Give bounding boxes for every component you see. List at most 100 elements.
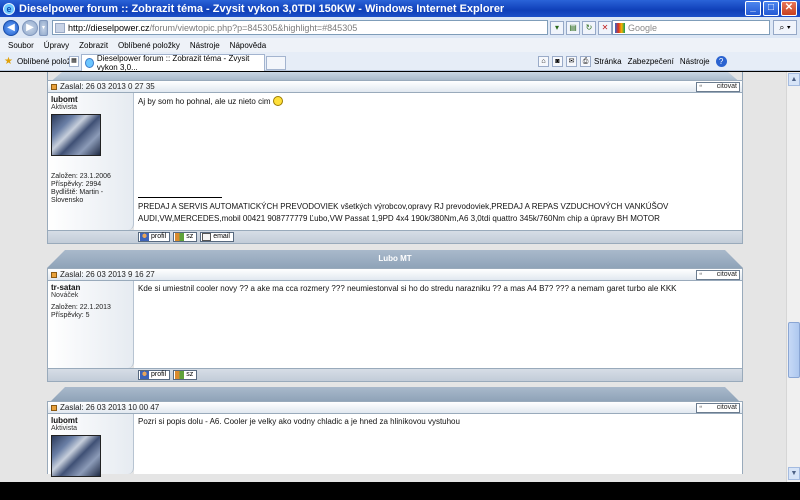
menu-favorites[interactable]: Oblíbené položky: [118, 41, 180, 50]
google-icon: [615, 22, 625, 33]
quote-button[interactable]: ❝ citovat: [696, 403, 740, 413]
window-titlebar: e Dieselpower forum :: Zobrazit téma - Z…: [0, 0, 800, 17]
post-header: Zaslal: 26 03 2013 9 16 27 ❝ citovat: [47, 268, 743, 281]
history-dropdown-icon[interactable]: ▾: [39, 19, 48, 36]
scrollbar-thumb[interactable]: [788, 322, 800, 378]
post-message: Pozri si popis dolu - A6. Cooler je velk…: [134, 414, 742, 474]
email-button[interactable]: email: [200, 232, 234, 242]
message-text: Pozri si popis dolu - A6. Cooler je velk…: [138, 417, 460, 426]
menu-bar: Soubor Úpravy Zobrazit Oblíbené položky …: [0, 38, 800, 52]
mail-icon[interactable]: ✉: [566, 56, 577, 67]
post-date: Zaslal: 26 03 2013 0 27 35: [60, 82, 155, 91]
menu-view[interactable]: Zobrazit: [79, 41, 108, 50]
quick-tabs-icon[interactable]: ▦: [69, 56, 79, 67]
avatar: [51, 114, 101, 156]
back-icon[interactable]: ◀: [3, 19, 19, 36]
compatibility-icon[interactable]: ▤: [566, 21, 580, 35]
ie-icon: e: [3, 2, 15, 15]
author-panel: lubomt Aktivista Založen: 23.1.2006 Přís…: [48, 93, 134, 230]
profile-label: profil: [151, 233, 167, 240]
private-message-label: sz: [186, 233, 194, 240]
print-icon[interactable]: ⎙: [580, 56, 591, 67]
email-label: email: [213, 233, 230, 240]
vertical-scrollbar[interactable]: ▲ ▼: [786, 72, 800, 482]
browser-tab[interactable]: Dieselpower forum :: Zobrazit téma - Zvy…: [81, 54, 265, 72]
feeds-icon[interactable]: ◙: [552, 56, 563, 67]
favorites-star-icon[interactable]: ★: [4, 56, 13, 67]
profile-icon: [140, 233, 149, 241]
author-joined: Založen: 22.1.2013: [51, 304, 111, 311]
author-joined: Založen: 23.1.2006: [51, 173, 111, 180]
tools-menu[interactable]: Nástroje: [680, 57, 710, 66]
author-name[interactable]: lubomt: [51, 416, 130, 425]
scroll-up-icon[interactable]: ▲: [788, 73, 800, 86]
favorites-bar: ★ Oblíbené položky ▦ Dieselpower forum :…: [0, 52, 800, 72]
page-viewport: Zaslal: 26 03 2013 0 27 35 ❝ citovat lubo…: [0, 72, 786, 482]
post-body: tr-satan Nováček Založen: 22.1.2013 Přís…: [47, 281, 743, 368]
menu-edit[interactable]: Úpravy: [44, 41, 69, 50]
message-text: Kde si umiestnil cooler novy ?? a ake ma…: [138, 284, 677, 293]
post-header: Zaslal: 26 03 2013 0 27 35 ❝ citovat: [47, 80, 743, 93]
scroll-down-icon[interactable]: ▼: [788, 467, 800, 480]
private-message-button[interactable]: sz: [173, 370, 198, 380]
author-rank: Aktivista: [51, 104, 78, 111]
author-name[interactable]: tr-satan: [51, 283, 130, 292]
message-text: Aj by som ho pohnal, ale uz nieto cim: [138, 97, 271, 106]
search-icon[interactable]: ⌕ ▾: [773, 20, 797, 35]
tab-page-icon: [85, 58, 94, 68]
safety-menu[interactable]: Zabezpečení: [628, 57, 674, 66]
post-icon: [51, 83, 57, 90]
command-bar: ⌂ ◙ ✉ ⎙ Stránka Zabezpečení Nástroje ?: [538, 56, 730, 67]
quote-icon: ❝: [699, 406, 703, 412]
taskbar: [0, 482, 800, 500]
post-body: lubomt Aktivista Založen: 23.1.2006 Přís…: [47, 93, 743, 230]
forum-topic: Zaslal: 26 03 2013 0 27 35 ❝ citovat lubo…: [47, 72, 743, 477]
address-toolbar: ◀ ▶ ▾ http://dieselpower.cz /forum/viewt…: [0, 17, 800, 38]
author-name[interactable]: lubomt: [51, 95, 130, 104]
profile-label: profil: [151, 371, 167, 378]
quote-button[interactable]: ❝ citovat: [696, 270, 740, 280]
dropdown-icon[interactable]: ▾: [550, 21, 564, 35]
private-message-button[interactable]: sz: [173, 232, 198, 242]
avatar: [51, 435, 101, 477]
menu-help[interactable]: Nápověda: [230, 41, 266, 50]
post: Zaslal: 26 03 2013 9 16 27 ❝ citovat tr-s…: [47, 268, 743, 382]
profile-button[interactable]: profil: [138, 370, 171, 380]
search-placeholder: Google: [628, 22, 658, 33]
new-tab-button[interactable]: [266, 56, 286, 70]
signature-divider: [138, 197, 222, 198]
maximize-button[interactable]: □: [763, 1, 779, 16]
minimize-button[interactable]: _: [745, 1, 761, 16]
post-separator: [47, 387, 743, 405]
help-icon[interactable]: ?: [715, 56, 727, 67]
post-message: Aj by som ho pohnal, ale uz nieto cim PR…: [134, 93, 742, 230]
url-path: /forum/viewtopic.php?p=845305&highlight=…: [149, 22, 358, 33]
quote-icon: ❝: [699, 273, 703, 279]
search-input[interactable]: Google: [612, 20, 770, 35]
home-icon[interactable]: ⌂: [538, 56, 549, 67]
email-icon: [202, 233, 212, 241]
refresh-icon[interactable]: ↻: [582, 21, 596, 35]
close-button[interactable]: ✕: [781, 1, 797, 16]
menu-tools[interactable]: Nástroje: [190, 41, 220, 50]
forward-icon[interactable]: ▶: [22, 19, 38, 36]
post-separator-name: Lubo MT: [47, 250, 743, 268]
author-post-count: Příspěvky: 2994: [51, 181, 102, 188]
tab-title: Dieselpower forum :: Zobrazit téma - Zvy…: [96, 54, 250, 72]
post-body: lubomt Aktivista Pozri si popis dolu - A…: [47, 414, 743, 477]
menu-file[interactable]: Soubor: [8, 41, 34, 50]
address-field[interactable]: http://dieselpower.cz /forum/viewtopic.p…: [52, 20, 548, 35]
profile-button[interactable]: profil: [138, 232, 171, 242]
quote-label: citovat: [716, 404, 737, 411]
profile-icon: [140, 371, 149, 379]
author-rank: Nováček: [51, 292, 79, 299]
post-header: Zaslal: 26 03 2013 10 00 47 ❝ citovat: [47, 401, 743, 414]
post-footer: profil sz email: [47, 230, 743, 244]
quote-label: citovat: [716, 271, 737, 278]
page-menu[interactable]: Stránka: [594, 57, 622, 66]
quote-button[interactable]: ❝ citovat: [696, 82, 740, 92]
stop-icon[interactable]: ✕: [598, 21, 612, 35]
page-favicon: [55, 22, 65, 33]
post: Zaslal: 26 03 2013 10 00 47 ❝ citovat lub…: [47, 401, 743, 477]
author-post-count: Příspěvky: 5: [51, 312, 90, 319]
